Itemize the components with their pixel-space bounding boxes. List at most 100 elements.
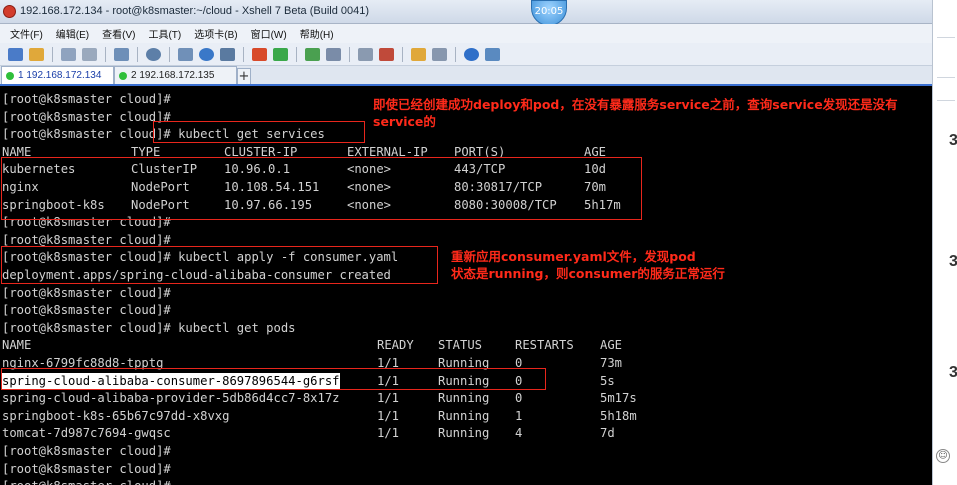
toolbar-separator	[243, 46, 244, 62]
lock-icon[interactable]	[358, 47, 373, 61]
pod-ready: 1/1	[377, 408, 400, 423]
menu-help[interactable]: 帮助(H)	[300, 26, 334, 41]
highlight-box-services-table	[1, 157, 642, 220]
pod-age: 73m	[600, 356, 623, 370]
help-icon[interactable]	[464, 47, 479, 61]
layout-icon[interactable]	[326, 47, 341, 61]
highlight-box-apply	[1, 246, 438, 284]
terminal-prompt-line: [root@k8smaster cloud]#	[2, 461, 171, 476]
terminal-prompt-line: [root@k8smaster cloud]#	[2, 478, 171, 485]
unlink-icon[interactable]	[82, 47, 97, 61]
annotation-note-services: 即使已经创建成功deploy和pod，在没有暴露服务service之前，查询se…	[373, 96, 929, 130]
toolbar-separator	[52, 46, 53, 62]
pod-status: Running	[438, 408, 490, 423]
highlight-icon[interactable]	[379, 47, 394, 61]
options-icon[interactable]	[411, 47, 426, 61]
divider	[937, 100, 955, 101]
pod-age: 5m17s	[600, 391, 637, 406]
annotation-line: 即使已经创建成功deploy和pod，在没有暴露服务service之前，查询se…	[373, 97, 898, 112]
xshell-app-icon[interactable]	[3, 5, 16, 18]
menu-tools[interactable]: 工具(T)	[148, 26, 181, 41]
font-icon[interactable]	[220, 47, 235, 61]
pod-ready: 1/1	[377, 426, 400, 441]
side-glyph: 3	[949, 132, 957, 149]
search-icon[interactable]	[146, 47, 161, 61]
pod-age: 7d	[600, 426, 615, 441]
divider	[937, 37, 955, 38]
window-icon[interactable]	[432, 47, 447, 61]
highlight-box-consumer-pod	[1, 368, 546, 390]
toolbar-separator	[137, 46, 138, 62]
emoji-icon[interactable]: ☺	[936, 449, 950, 463]
menu-bar: 文件(F) 编辑(E) 查看(V) 工具(T) 选项卡(B) 窗口(W) 帮助(…	[0, 24, 932, 43]
annotation-line: 状态是running，则consumer的服务正常运行	[451, 266, 725, 281]
fullscreen-icon[interactable]	[305, 47, 320, 61]
connected-status-icon	[119, 71, 127, 80]
table-row: spring-cloud-alibaba-provider-5db86d4cc7…	[2, 390, 702, 408]
new-session-icon[interactable]	[8, 47, 23, 61]
toolbar	[0, 43, 932, 66]
background-window-edge: 3 3 3 ☺	[932, 0, 957, 485]
toolbar-separator	[105, 46, 106, 62]
xftp-icon[interactable]	[252, 47, 267, 61]
script-icon[interactable]	[273, 47, 288, 61]
column-header: STATUS	[438, 338, 483, 353]
menu-window[interactable]: 窗口(W)	[251, 26, 287, 41]
transfer-icon[interactable]	[178, 47, 193, 61]
terminal-prompt-line: [root@k8smaster cloud]#	[2, 92, 171, 106]
side-glyph: 3	[949, 253, 957, 270]
pod-name: tomcat-7d987c7694-gwqsc	[2, 426, 171, 441]
annotation-note-apply: 重新应用consumer.yaml文件，发现pod 状态是running，则co…	[451, 248, 781, 282]
tab-session-2[interactable]: 2 192.168.172.135	[114, 66, 237, 84]
menu-tabs[interactable]: 选项卡(B)	[194, 26, 237, 41]
pods-header-row: NAME READY STATUS RESTARTS AGE	[2, 337, 702, 355]
pod-restarts: 0	[515, 391, 523, 406]
command-get-pods: [root@k8smaster cloud]# kubectl get pods	[2, 320, 296, 335]
menu-edit[interactable]: 编辑(E)	[56, 26, 89, 41]
divider	[937, 77, 955, 78]
connected-status-icon	[6, 71, 14, 80]
chat-icon[interactable]	[485, 47, 500, 61]
tab-label: 2 192.168.172.135	[131, 70, 215, 81]
annotation-line: 重新应用consumer.yaml文件，发现pod	[451, 249, 696, 264]
toolbar-separator	[402, 46, 403, 62]
side-glyph: 3	[949, 364, 957, 381]
link-icon[interactable]	[61, 47, 76, 61]
terminal-prompt-line: [root@k8smaster cloud]#	[2, 303, 171, 318]
globe-icon[interactable]	[199, 47, 214, 61]
tab-session-1[interactable]: 1 192.168.172.134	[1, 66, 114, 84]
pod-restarts: 1	[515, 408, 523, 423]
open-folder-icon[interactable]	[29, 47, 44, 61]
highlight-box-get-services	[153, 121, 365, 143]
window-titlebar: 192.168.172.134 - root@k8smaster:~/cloud…	[0, 0, 932, 24]
table-row: tomcat-7d987c7694-gwqsc 1/1 Running 4 7d	[2, 425, 702, 443]
pod-ready: 1/1	[377, 391, 400, 406]
table-row: springboot-k8s-65b67c97dd-x8vxg 1/1 Runn…	[2, 408, 702, 426]
terminal-prompt-line: [root@k8smaster cloud]#	[2, 285, 171, 300]
column-header: AGE	[600, 338, 623, 353]
session-tab-bar: 1 192.168.172.134 2 192.168.172.135 +	[0, 66, 932, 86]
column-header: RESTARTS	[515, 338, 574, 353]
toolbar-separator	[296, 46, 297, 62]
pod-status: Running	[438, 426, 490, 441]
window-title: 192.168.172.134 - root@k8smaster:~/cloud…	[20, 5, 370, 17]
pod-name: spring-cloud-alibaba-provider-5db86d4cc7…	[2, 391, 340, 406]
pod-restarts: 4	[515, 426, 523, 441]
toolbar-separator	[169, 46, 170, 62]
terminal-prompt-line: [root@k8smaster cloud]#	[2, 109, 171, 124]
pod-age: 5h18m	[600, 408, 637, 423]
add-tab-button[interactable]: +	[237, 68, 251, 84]
menu-file[interactable]: 文件(F)	[10, 26, 43, 41]
column-header: NAME	[2, 338, 32, 353]
pod-age: 5s	[600, 373, 615, 388]
terminal-area[interactable]: [root@k8smaster cloud]# [root@k8smaster …	[0, 88, 932, 485]
pod-status: Running	[438, 391, 490, 406]
column-header: READY	[377, 338, 414, 353]
tab-label: 1 192.168.172.134	[18, 70, 102, 81]
toolbar-separator	[349, 46, 350, 62]
toolbar-separator	[455, 46, 456, 62]
menu-view[interactable]: 查看(V)	[102, 26, 135, 41]
annotation-line: service的	[373, 114, 436, 129]
terminal-prompt-line: [root@k8smaster cloud]#	[2, 444, 171, 458]
properties-icon[interactable]	[114, 47, 129, 61]
